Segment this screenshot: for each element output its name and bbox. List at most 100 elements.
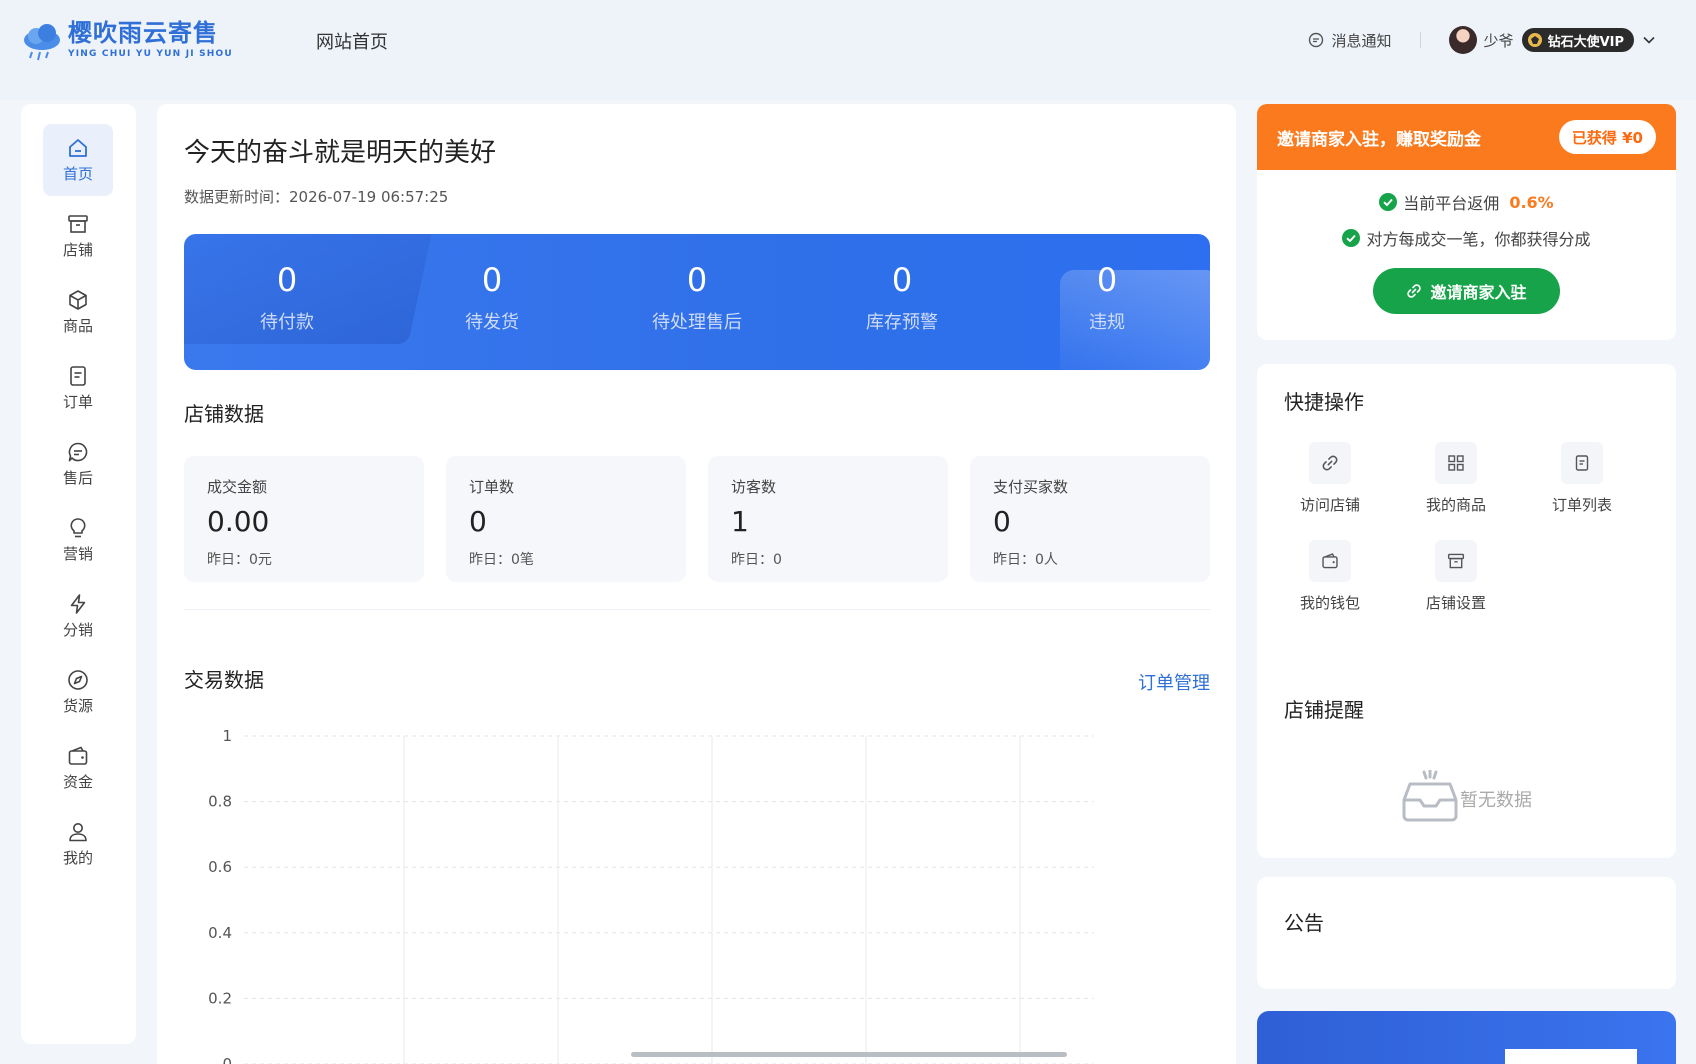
sidebar-item-marketing[interactable]: 营销 <box>43 504 113 576</box>
sidebar-item-store[interactable]: 店铺 <box>43 200 113 272</box>
wallet-icon <box>68 746 88 765</box>
stat-stock-warning[interactable]: 0 库存预警 <box>799 260 1005 334</box>
document-icon <box>1575 455 1589 471</box>
card-value: 0 <box>993 505 1011 538</box>
card-value: 1 <box>731 505 749 538</box>
card-yesterday: 昨日：0 <box>731 552 782 568</box>
stat-pending-payment[interactable]: 0 待付款 <box>184 260 390 334</box>
card-buyers: 支付买家数 0 昨日：0人 <box>970 456 1210 582</box>
logo-title: 樱吹雨云寄售 <box>68 19 218 47</box>
stat-pending-after-sales[interactable]: 0 待处理售后 <box>594 260 800 334</box>
empty-inbox-icon <box>1402 770 1458 822</box>
card-value: 0.00 <box>207 505 270 538</box>
stat-value: 0 <box>481 261 503 299</box>
empty-text: 暂无数据 <box>1460 790 1532 811</box>
quick-actions-card: 快捷操作 访问店铺 我的商品 订单列表 我的钱包 店铺设置 店铺提醒 暂无数据 <box>1257 364 1676 858</box>
sidebar-item-home[interactable]: 首页 <box>43 124 113 196</box>
order-management-link[interactable]: 订单管理 <box>1138 669 1210 695</box>
top-header: 樱吹雨云寄售 YING CHUI YU YUN JI SHOU 网站首页 消息通… <box>0 0 1696 100</box>
commission-label: 当前平台返佣 <box>1403 194 1500 213</box>
card-yesterday: 昨日：0元 <box>207 552 272 568</box>
lightning-icon <box>70 593 86 614</box>
avatar[interactable] <box>1448 26 1477 54</box>
sidebar-item-distribution[interactable]: 分销 <box>43 580 113 652</box>
home-icon <box>69 138 87 157</box>
sidebar-item-label: 我的 <box>62 848 93 867</box>
store-icon <box>68 214 88 233</box>
vip-label: 钻石大使VIP <box>1547 34 1624 50</box>
card-label: 支付买家数 <box>993 478 1069 496</box>
invite-merchant-button[interactable]: 邀请商家入驻 <box>1373 268 1560 314</box>
stat-label: 待付款 <box>260 312 314 333</box>
earned-badge[interactable]: 已获得 ¥0 <box>1558 120 1656 154</box>
user-icon <box>69 822 87 841</box>
nav-site-home[interactable]: 网站首页 <box>316 28 388 54</box>
chart-y-tick-label: 0.4 <box>208 924 232 942</box>
stat-value: 0 <box>276 261 298 299</box>
sidebar: 首页 店铺 商品 订单 售后 营销 分销 货源 资金 我的 <box>21 104 136 1044</box>
chat-icon <box>68 442 88 461</box>
card-turnover: 成交金额 0.00 昨日：0元 <box>184 456 424 582</box>
card-orders: 订单数 0 昨日：0笔 <box>446 456 686 582</box>
sidebar-item-after-sales[interactable]: 售后 <box>43 428 113 500</box>
message-icon <box>1308 32 1323 48</box>
link-icon <box>1322 455 1338 471</box>
sidebar-item-label: 资金 <box>62 772 93 791</box>
quick-my-goods[interactable]: 我的商品 <box>1411 442 1501 515</box>
share-label: 对方每成交一笔，你都获得分成 <box>1366 230 1591 249</box>
chart-y-tick-label: 0.8 <box>208 793 232 811</box>
sidebar-item-orders[interactable]: 订单 <box>43 352 113 424</box>
chart-y-tick-label: 0.6 <box>208 858 232 876</box>
stat-violation[interactable]: 0 违规 <box>1004 260 1210 334</box>
card-label: 订单数 <box>469 478 515 496</box>
invite-header: 邀请商家入驻，赚取奖励金 已获得 ¥0 <box>1257 104 1676 170</box>
sidebar-item-goods[interactable]: 商品 <box>43 276 113 348</box>
sidebar-item-label: 售后 <box>62 468 93 487</box>
promo-banner[interactable] <box>1257 1011 1676 1064</box>
stat-label: 库存预警 <box>866 312 938 333</box>
invite-title: 邀请商家入驻，赚取奖励金 <box>1277 129 1481 150</box>
quick-order-list[interactable]: 订单列表 <box>1537 442 1627 515</box>
sidebar-item-source[interactable]: 货源 <box>43 656 113 728</box>
stat-value: 0 <box>1096 261 1118 299</box>
quick-label: 我的商品 <box>1425 496 1486 514</box>
header-divider <box>1419 32 1421 48</box>
trade-chart: 1 0.8 0.6 0.4 0.2 0 <box>208 727 1094 1064</box>
trade-data-title: 交易数据 <box>184 668 264 692</box>
quick-store-settings[interactable]: 店铺设置 <box>1411 540 1501 613</box>
page-title: 今天的奋斗就是明天的美好 <box>184 138 497 168</box>
announcement-title: 公告 <box>1284 911 1324 935</box>
store-data-title: 店铺数据 <box>184 402 264 426</box>
card-value: 0 <box>469 505 487 538</box>
quick-label: 我的钱包 <box>1299 594 1360 612</box>
store-icon <box>1447 553 1465 569</box>
stat-value: 0 <box>686 261 708 299</box>
quick-label: 订单列表 <box>1551 496 1612 514</box>
bulb-icon <box>70 517 86 537</box>
share-line: 对方每成交一笔，你都获得分成 <box>1257 226 1676 250</box>
quick-visit-store[interactable]: 访问店铺 <box>1285 442 1375 515</box>
notification-button[interactable]: 消息通知 <box>1308 30 1392 51</box>
order-status-panel: 0 待付款 0 待发货 0 待处理售后 0 库存预警 0 违规 <box>184 234 1210 370</box>
user-name[interactable]: 少爷 <box>1484 30 1514 51</box>
sidebar-item-funds[interactable]: 资金 <box>43 732 113 804</box>
check-circle-icon <box>1379 193 1398 211</box>
sidebar-item-label: 店铺 <box>62 240 93 259</box>
vip-badge[interactable]: 钻石大使VIP <box>1521 28 1634 52</box>
sidebar-item-mine[interactable]: 我的 <box>43 808 113 880</box>
chevron-down-icon[interactable] <box>1642 33 1656 47</box>
chart-y-tick-label: 1 <box>222 727 232 745</box>
card-visitors: 访客数 1 昨日：0 <box>708 456 948 582</box>
stat-label: 违规 <box>1089 312 1125 333</box>
card-yesterday: 昨日：0笔 <box>469 552 534 568</box>
main-panel: 今天的奋斗就是明天的美好 数据更新时间：2026-07-19 06:57:25 … <box>157 104 1236 1064</box>
card-label: 成交金额 <box>207 478 268 496</box>
quick-my-wallet[interactable]: 我的钱包 <box>1285 540 1375 613</box>
sidebar-item-label: 首页 <box>62 164 93 183</box>
logo[interactable]: 樱吹雨云寄售 YING CHUI YU YUN JI SHOU <box>22 16 233 62</box>
stat-pending-shipment[interactable]: 0 待发货 <box>389 260 595 334</box>
card-yesterday: 昨日：0人 <box>993 552 1058 568</box>
document-icon <box>70 365 86 386</box>
horizontal-scrollbar[interactable] <box>631 1052 1067 1057</box>
check-circle-icon <box>1342 229 1361 247</box>
